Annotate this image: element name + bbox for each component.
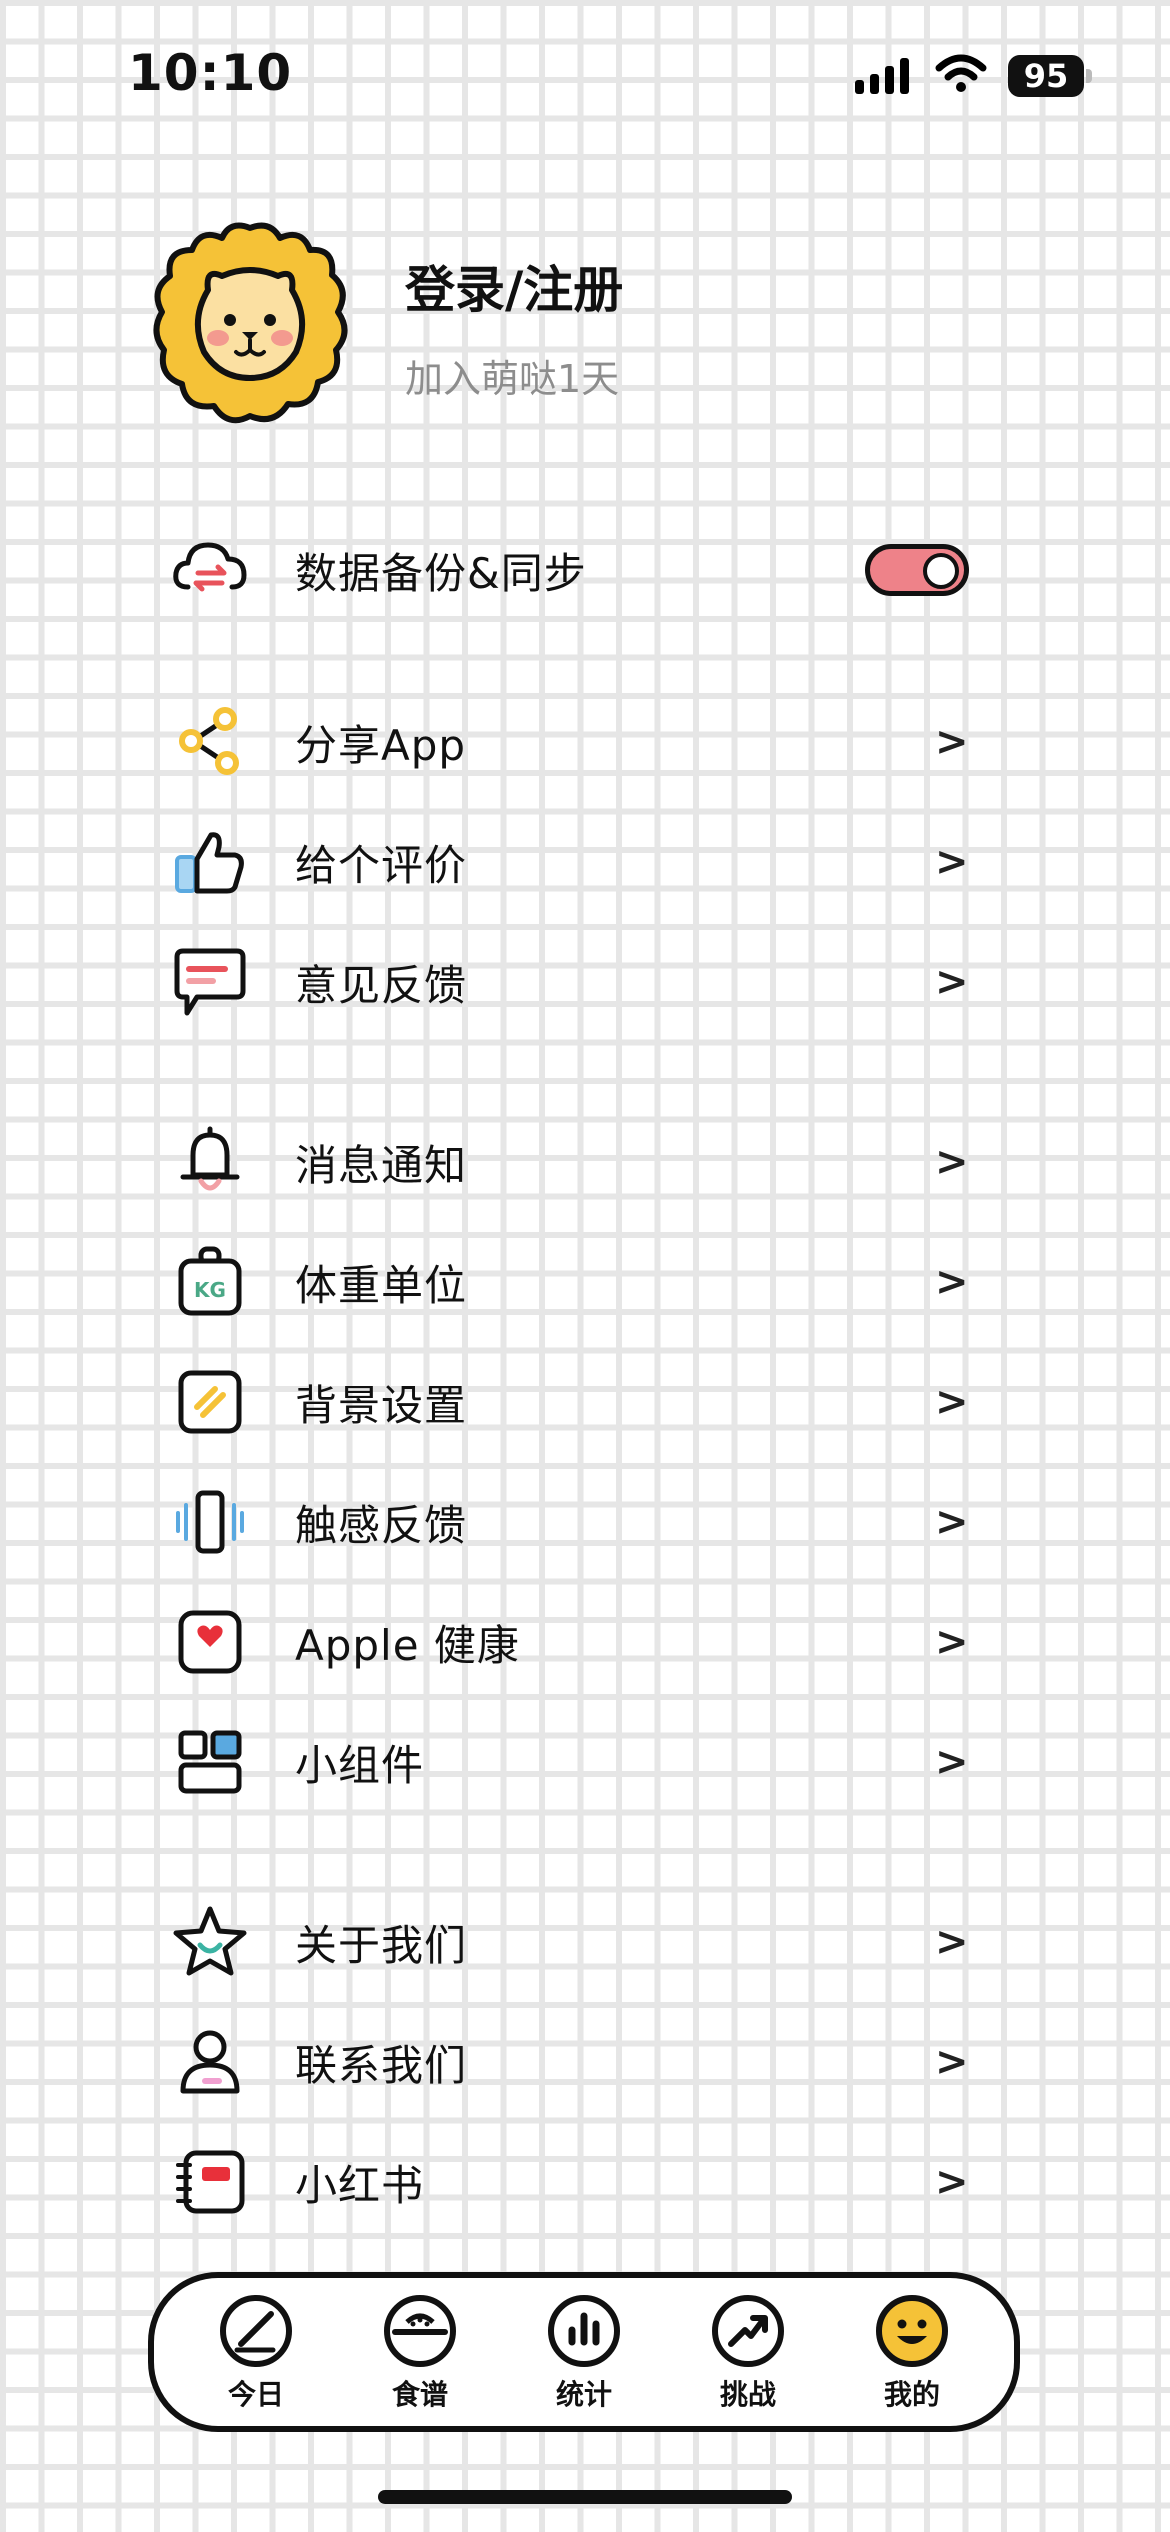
status-bar: 10:10 95: [0, 0, 1170, 150]
chevron-right-icon: >: [935, 1739, 969, 1785]
menu-label: 关于我们: [295, 1920, 468, 1970]
wifi-icon: [935, 54, 987, 92]
menu-label: Apple 健康: [295, 1620, 520, 1670]
tab-label: 我的: [883, 2378, 940, 2411]
bell-icon: [160, 1112, 260, 1212]
chevron-right-icon: >: [935, 2159, 969, 2205]
smiley-icon: [837, 2291, 987, 2371]
menu-label: 小红书: [295, 2160, 425, 2210]
login-register-title[interactable]: 登录/注册: [405, 250, 623, 322]
menu-label: 给个评价: [295, 840, 468, 890]
menu-row-apple-health[interactable]: Apple 健康 >: [160, 1587, 1000, 1697]
tab-recipes[interactable]: 食谱: [345, 2291, 495, 2413]
chevron-right-icon: >: [935, 959, 969, 1005]
tab-stats[interactable]: 统计: [509, 2291, 659, 2413]
menu-label: 触感反馈: [295, 1500, 468, 1550]
bowl-icon: [345, 2291, 495, 2371]
chevron-right-icon: >: [935, 1499, 969, 1545]
menu-row-xiaohongshu[interactable]: 小红书 >: [160, 2127, 1000, 2237]
widget-icon: [160, 1712, 260, 1812]
chevron-right-icon: >: [935, 1139, 969, 1185]
menu-row-widget[interactable]: 小组件 >: [160, 1707, 1000, 1817]
tab-me[interactable]: 我的: [837, 2291, 987, 2413]
bar-chart-icon: [509, 2291, 659, 2371]
sync-label: 数据备份&同步: [295, 548, 587, 598]
status-time: 10:10: [128, 44, 293, 102]
menu-row-notify[interactable]: 消息通知 >: [160, 1107, 1000, 1217]
svg-text:KG: KG: [194, 1278, 226, 1302]
chat-bubble-icon: [160, 932, 260, 1032]
chevron-right-icon: >: [935, 839, 969, 885]
chevron-right-icon: >: [935, 1379, 969, 1425]
chevron-right-icon: >: [935, 1259, 969, 1305]
toggle-knob: [923, 553, 959, 589]
home-indicator: [378, 2490, 792, 2504]
trend-arrow-icon: [673, 2291, 823, 2371]
menu-row-background[interactable]: 背景设置 >: [160, 1347, 1000, 1457]
tab-label: 统计: [555, 2378, 612, 2411]
chevron-right-icon: >: [935, 1919, 969, 1965]
notebook-icon: [160, 2132, 260, 2232]
person-icon: [160, 2012, 260, 2112]
chevron-right-icon: >: [935, 719, 969, 765]
share-icon: [160, 692, 260, 792]
bottom-tab-bar: 今日 食谱 统计 挑战 我的: [148, 2272, 1020, 2432]
cloud-sync-icon: [160, 520, 260, 620]
tab-label: 食谱: [391, 2378, 448, 2411]
menu-row-rate[interactable]: 给个评价 >: [160, 807, 1000, 917]
tab-label: 挑战: [719, 2378, 776, 2411]
menu-row-unit[interactable]: KG 体重单位 >: [160, 1227, 1000, 1337]
chevron-right-icon: >: [935, 2039, 969, 2085]
cellular-signal-icon: [855, 58, 909, 94]
tab-today[interactable]: 今日: [181, 2291, 331, 2413]
menu-label: 体重单位: [295, 1260, 468, 1310]
battery-tip: [1086, 69, 1092, 83]
background-icon: [160, 1352, 260, 1452]
menu-label: 意见反馈: [295, 960, 468, 1010]
lion-avatar-icon: [153, 222, 348, 424]
thumbs-up-icon: [160, 812, 260, 912]
menu-label: 小组件: [295, 1740, 425, 1790]
pen-circle-icon: [181, 2291, 331, 2371]
weight-kg-icon: KG: [160, 1232, 260, 1332]
menu-label: 联系我们: [295, 2040, 468, 2090]
menu-row-sync: 数据备份&同步: [160, 515, 1000, 625]
tab-challenge[interactable]: 挑战: [673, 2291, 823, 2413]
menu-label: 消息通知: [295, 1140, 468, 1190]
battery-level: 95: [1008, 55, 1084, 97]
sync-toggle[interactable]: [865, 544, 969, 596]
menu-row-share[interactable]: 分享App >: [160, 687, 1000, 797]
menu-label: 分享App: [295, 720, 467, 770]
menu-row-haptic[interactable]: 触感反馈 >: [160, 1467, 1000, 1577]
menu-row-feedback[interactable]: 意见反馈 >: [160, 927, 1000, 1037]
chevron-right-icon: >: [935, 1619, 969, 1665]
menu-row-contact[interactable]: 联系我们 >: [160, 2007, 1000, 2117]
tab-label: 今日: [227, 2378, 284, 2411]
vibration-icon: [160, 1472, 260, 1572]
join-days-subtitle: 加入萌哒1天: [405, 357, 620, 401]
profile-header[interactable]: 登录/注册 加入萌哒1天: [150, 220, 1050, 440]
star-icon: [160, 1892, 260, 1992]
menu-label: 背景设置: [295, 1380, 468, 1430]
menu-row-about[interactable]: 关于我们 >: [160, 1887, 1000, 1997]
heart-icon: [160, 1592, 260, 1692]
